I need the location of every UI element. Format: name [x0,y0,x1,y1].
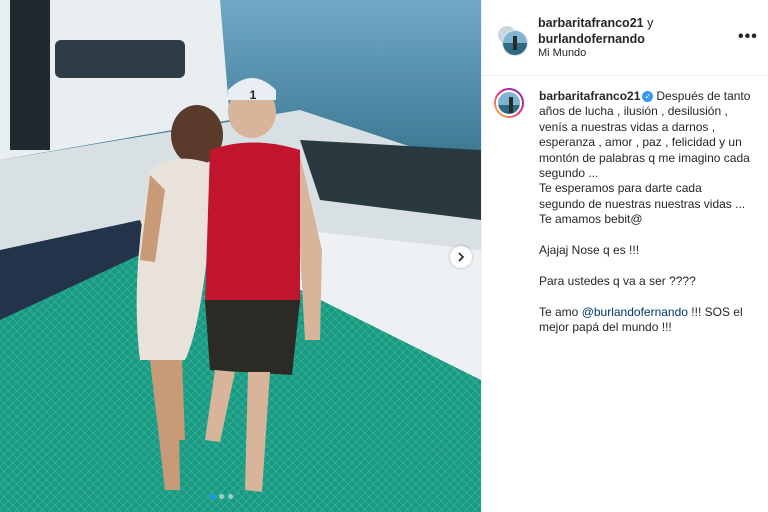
caption-paragraph-2: Te esperamos para darte cada segundo de … [539,181,746,227]
header-user1[interactable]: barbaritafranco21 [538,16,644,30]
header-location[interactable]: Mi Mundo [538,47,586,59]
carousel-dot-1[interactable] [210,494,215,499]
caption-avatar[interactable] [494,88,524,118]
caption-line-5: Te amo @burlandofernando !!! SOS el mejo… [539,305,751,336]
cap-number: 1 [250,88,257,102]
header-joiner: y [647,16,654,30]
header-user2[interactable]: burlandofernando [538,31,728,47]
next-image-button[interactable] [450,246,472,268]
carousel-dots [210,494,233,499]
caption-line-3: Ajajaj Nose q es !!! [539,243,640,258]
post-photo[interactable]: 1 [0,0,481,512]
header-usernames: barbaritafranco21 y burlandofernando [538,15,728,47]
carousel-dot-3[interactable] [228,494,233,499]
next-arrow-icon [458,252,465,262]
caption-mention[interactable]: @burlandofernando [582,305,688,319]
caption-username[interactable]: barbaritafranco21 [539,89,640,103]
mast [10,0,50,150]
carousel-dot-2[interactable] [219,494,224,499]
caption-line-5-pre: Te amo [539,304,582,319]
post-header: barbaritafranco21 y burlandofernando Mi … [482,0,768,76]
avatar-primary[interactable] [502,30,528,56]
post-caption: barbaritafranco21 ✓ Después de tanto años … [539,89,751,335]
more-options-button[interactable]: ••• [738,28,758,46]
verified-badge-icon: ✓ [642,91,654,102]
caption-line-4: Para ustedes q va a ser ???? [539,273,696,288]
cabin-window [55,40,185,78]
photo-illustration: 1 [0,0,481,512]
post-side-panel: barbaritafranco21 y burlandofernando Mi … [481,0,768,512]
